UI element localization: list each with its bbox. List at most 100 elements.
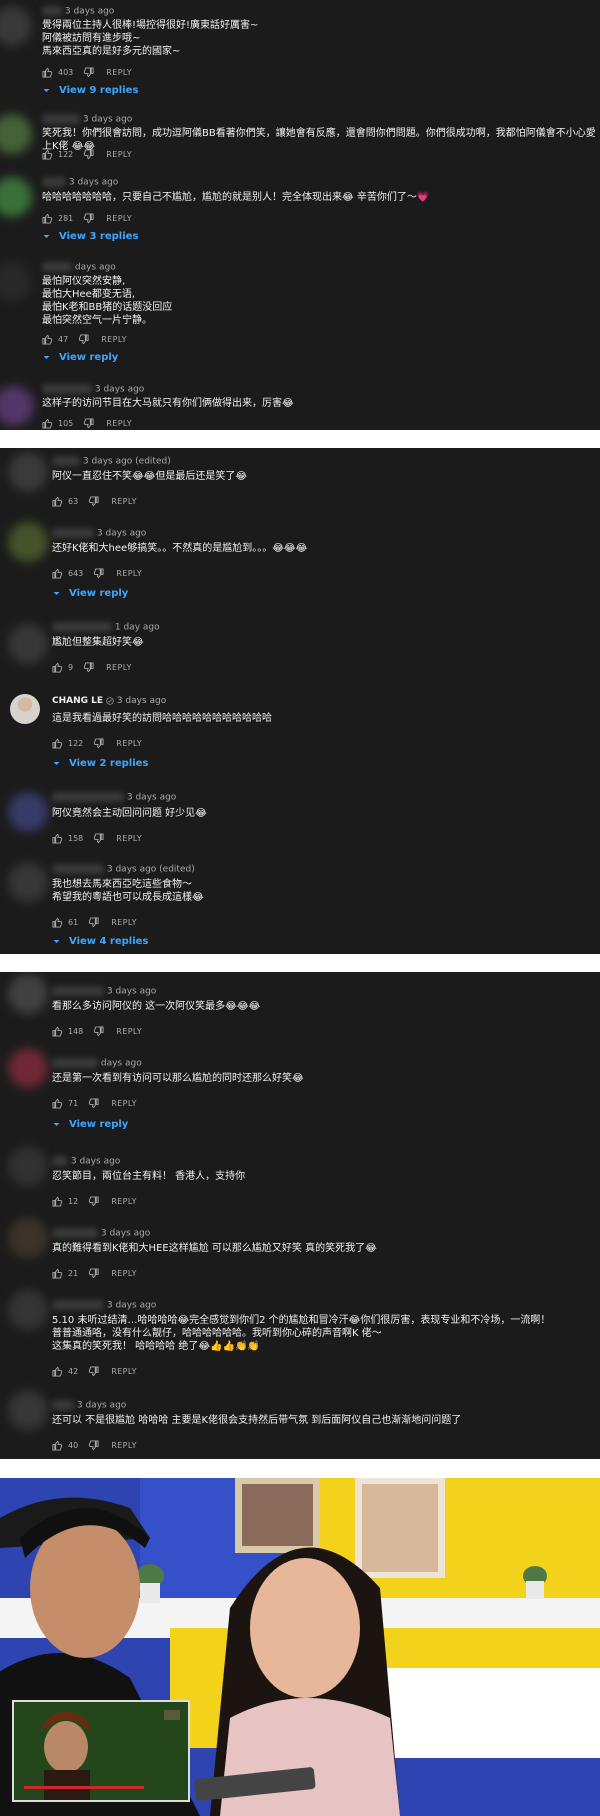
comment-time[interactable]: 3 days ago [71,1157,120,1167]
avatar[interactable] [0,262,32,302]
thumb-down-icon[interactable] [83,417,94,429]
thumb-up-icon[interactable] [42,149,53,160]
author-name[interactable]: CHANG LE [52,696,103,706]
comment-time[interactable]: 3 days ago [117,696,166,706]
thumb-down-icon[interactable] [93,832,104,844]
thumb-up-icon[interactable] [52,1026,63,1037]
reply-button[interactable]: REPLY [111,497,137,506]
thumb-up-icon[interactable] [52,833,63,844]
comment-time[interactable]: 3 days ago [107,987,156,997]
reply-button[interactable]: REPLY [111,918,137,927]
author-name[interactable] [52,1228,98,1238]
author-name[interactable] [52,1156,68,1166]
avatar[interactable] [10,694,40,724]
comment-time[interactable]: days ago [75,263,116,273]
thumb-up-icon[interactable] [52,917,63,928]
avatar[interactable] [0,114,32,154]
author-name[interactable] [52,986,104,996]
thumb-down-icon[interactable] [88,916,99,928]
avatar[interactable] [8,974,48,1014]
thumb-up-icon[interactable] [52,738,63,749]
author-name[interactable] [42,384,92,394]
avatar[interactable] [0,386,34,426]
reply-button[interactable]: REPLY [101,335,127,344]
thumb-down-icon[interactable] [88,1365,99,1377]
thumb-down-icon[interactable] [88,1097,99,1109]
thumb-up-icon[interactable] [42,334,53,345]
thumb-down-icon[interactable] [83,148,94,160]
reply-button[interactable]: REPLY [106,150,132,159]
avatar[interactable] [8,452,48,492]
author-name[interactable] [52,1400,74,1410]
reply-button[interactable]: REPLY [116,1027,142,1036]
comment-time[interactable]: days ago [101,1059,142,1069]
comment-time[interactable]: 3 days ago [77,1401,126,1411]
thumb-down-icon[interactable] [78,333,89,345]
avatar[interactable] [8,1146,48,1186]
avatar[interactable] [8,522,48,562]
view-replies-button[interactable]: View 4 replies [52,936,148,947]
thumb-down-icon[interactable] [88,495,99,507]
view-replies-button[interactable]: View 3 replies [42,231,138,242]
author-name[interactable] [42,177,66,187]
reply-button[interactable]: REPLY [111,1441,137,1450]
comment-time[interactable]: 3 days ago [95,385,144,395]
thumb-down-icon[interactable] [83,66,94,78]
thumb-up-icon[interactable] [52,662,63,673]
thumb-up-icon[interactable] [52,496,63,507]
avatar[interactable] [8,1048,48,1088]
avatar[interactable] [0,177,32,217]
author-name[interactable] [52,864,104,874]
author-name[interactable] [42,114,80,124]
view-replies-button[interactable]: View reply [52,588,128,599]
view-replies-button[interactable]: View 2 replies [52,758,148,769]
thumb-down-icon[interactable] [88,1439,99,1451]
author-name[interactable] [42,6,62,16]
avatar[interactable] [8,862,48,902]
video-frame[interactable] [0,1478,600,1816]
view-replies-button[interactable]: View reply [52,1119,128,1130]
author-name[interactable] [52,456,80,466]
thumb-down-icon[interactable] [83,661,94,673]
comment-time[interactable]: 3 days ago (edited) [107,865,195,875]
thumb-up-icon[interactable] [52,1268,63,1279]
thumb-up-icon[interactable] [52,1098,63,1109]
thumb-up-icon[interactable] [42,418,53,429]
view-replies-button[interactable]: View reply [42,352,118,363]
reply-button[interactable]: REPLY [106,214,132,223]
thumb-up-icon[interactable] [52,1366,63,1377]
comment-time[interactable]: 3 days ago [107,1301,156,1311]
avatar[interactable] [8,1218,48,1258]
avatar[interactable] [8,1290,48,1330]
comment-time[interactable]: 3 days ago (edited) [83,457,171,467]
author-name[interactable] [52,1058,98,1068]
comment-time[interactable]: 3 days ago [97,529,146,539]
avatar[interactable] [0,6,32,46]
comment-time[interactable]: 3 days ago [83,115,132,125]
reply-button[interactable]: REPLY [116,739,142,748]
view-replies-button[interactable]: View 9 replies [42,85,138,96]
thumb-up-icon[interactable] [52,1196,63,1207]
reply-button[interactable]: REPLY [106,419,132,428]
thumb-up-icon[interactable] [52,1440,63,1451]
thumb-up-icon[interactable] [52,568,63,579]
avatar[interactable] [8,1390,48,1430]
reply-button[interactable]: REPLY [116,569,142,578]
thumb-down-icon[interactable] [88,1195,99,1207]
thumb-down-icon[interactable] [83,212,94,224]
thumb-up-icon[interactable] [42,213,53,224]
thumb-down-icon[interactable] [88,1267,99,1279]
reply-button[interactable]: REPLY [116,834,142,843]
reply-button[interactable]: REPLY [111,1269,137,1278]
reply-button[interactable]: REPLY [106,663,132,672]
reply-button[interactable]: REPLY [106,68,132,77]
comment-time[interactable]: 3 days ago [127,793,176,803]
comment-time[interactable]: 3 days ago [65,7,114,17]
picture-in-picture-thumbnail[interactable] [12,1700,190,1802]
avatar[interactable] [8,624,48,664]
thumb-up-icon[interactable] [42,67,53,78]
thumb-down-icon[interactable] [93,1025,104,1037]
avatar[interactable] [8,792,48,832]
reply-button[interactable]: REPLY [111,1197,137,1206]
thumb-down-icon[interactable] [93,737,104,749]
